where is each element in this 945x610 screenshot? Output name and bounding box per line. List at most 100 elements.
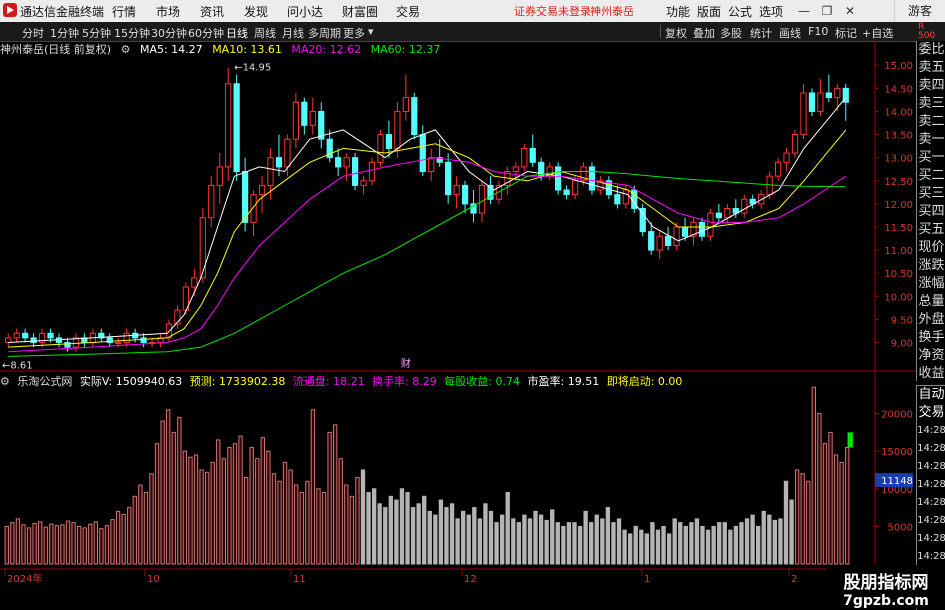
period-5min[interactable]: 5分钟 <box>82 25 111 41</box>
volume-bar <box>327 431 332 565</box>
menu-discover[interactable]: 发现 <box>244 3 268 20</box>
price-tick-label: 9.00 <box>891 339 913 350</box>
tool-mark[interactable]: 标记 <box>835 25 857 41</box>
price-tick-label: 15.00 <box>884 61 913 72</box>
volume-bar <box>238 435 243 565</box>
guest-button[interactable]: 游客 <box>894 0 945 22</box>
volume-bar <box>366 492 371 565</box>
tool-draw[interactable]: 画线 <box>779 25 801 41</box>
price-axis: 15.00 14.50 14.00 13.50 13.00 12.50 12.00 11.50… <box>875 61 913 350</box>
period-15min[interactable]: 15分钟 <box>114 25 150 41</box>
volume-bar <box>800 473 805 565</box>
candle-body <box>47 332 54 339</box>
tool-f10[interactable]: F10 <box>808 25 828 38</box>
candle-body <box>428 157 435 173</box>
volume-bar <box>255 458 260 565</box>
x-tick-label: 12 <box>464 574 477 585</box>
period-1min[interactable]: 1分钟 <box>50 25 79 41</box>
candle-body <box>284 138 291 168</box>
top-function[interactable]: 功能 <box>666 3 690 20</box>
candle-body <box>115 342 122 345</box>
period-60min[interactable]: 60分钟 <box>188 25 224 41</box>
price-tick-label: 12.00 <box>884 200 913 211</box>
period-multi[interactable]: 多周期 <box>308 25 341 41</box>
quote-field-label: 收益 <box>918 366 945 381</box>
candle-body <box>555 166 562 191</box>
volume-bar <box>227 446 232 565</box>
price-tick-label: 9.50 <box>891 315 913 326</box>
candle-body <box>445 161 452 196</box>
auto-trade-label[interactable]: 自动 <box>917 386 945 404</box>
menu-news[interactable]: 资讯 <box>200 3 224 20</box>
price-tick-label: 13.50 <box>884 131 913 142</box>
volume-bar <box>689 522 694 565</box>
quote-field-label: 净资 <box>918 348 945 363</box>
volume-bar <box>422 495 427 565</box>
quote-field-label: 换手 <box>918 330 945 345</box>
period-30min[interactable]: 30分钟 <box>151 25 187 41</box>
menu-ask[interactable]: 问小达 <box>287 3 323 20</box>
menu-trade[interactable]: 交易 <box>396 3 420 20</box>
volume-bar <box>728 529 733 565</box>
volume-bar <box>822 443 828 565</box>
minimize-icon[interactable]: — <box>795 2 813 20</box>
volume-bar <box>550 509 555 565</box>
volume-bar <box>188 456 193 565</box>
period-monthly[interactable]: 月线 <box>282 25 304 41</box>
volume-bar <box>271 473 277 565</box>
top-layout[interactable]: 版面 <box>697 3 721 20</box>
volume-bar <box>193 454 199 565</box>
volume-bar <box>427 510 432 565</box>
volume-bar <box>249 446 254 565</box>
tick-time: 14:28 <box>917 443 945 454</box>
quote-field-label: 买四 <box>918 204 945 219</box>
volume-bar <box>449 503 455 565</box>
volume-bar <box>82 527 87 565</box>
tool-stats[interactable]: 统计 <box>750 25 772 41</box>
chart-canvas[interactable]: 15.00 14.50 14.00 13.50 13.00 12.50 12.00 11.50… <box>0 41 916 609</box>
volume-bar <box>416 503 421 565</box>
volume-bar <box>377 503 382 565</box>
price-tick-label: 14.50 <box>884 84 913 95</box>
volume-bar <box>755 525 761 565</box>
tool-adjust[interactable]: 复权 <box>665 25 687 41</box>
candle-body <box>656 235 663 251</box>
period-weekly[interactable]: 周线 <box>254 25 276 41</box>
maximize-icon[interactable]: ❐ <box>818 2 836 20</box>
tool-overlay[interactable]: 叠加 <box>693 25 715 41</box>
candle-body <box>588 166 596 191</box>
candle-body <box>681 226 689 237</box>
vol-tick-label: 15000 <box>881 447 913 458</box>
auto-trade-label[interactable]: 交易 <box>917 404 945 422</box>
tick-time: 14:28 <box>917 425 945 436</box>
volume-bar <box>650 522 655 565</box>
top-options[interactable]: 选项 <box>759 3 783 20</box>
menu-wealth[interactable]: 财富圈 <box>342 3 378 20</box>
volume-bar <box>76 525 82 565</box>
period-daily[interactable]: 日线 <box>226 25 248 41</box>
volume-bar <box>839 461 844 565</box>
volume-bar <box>511 518 516 565</box>
candle-body <box>461 184 469 205</box>
close-icon[interactable]: ✕ <box>841 2 859 20</box>
volume-bar <box>154 443 160 565</box>
period-more[interactable]: 更多 <box>343 25 365 41</box>
menu-hq[interactable]: 行情 <box>112 3 136 20</box>
volume-bar <box>121 513 126 565</box>
chevron-down-icon[interactable]: ▾ <box>368 25 374 38</box>
volume-bar <box>383 507 388 565</box>
tool-add-watch[interactable]: +自选 <box>862 25 893 41</box>
login-status[interactable]: 证券交易未登录 <box>514 3 591 19</box>
tool-multi[interactable]: 多股 <box>720 25 742 41</box>
top-formula[interactable]: 公式 <box>728 3 752 20</box>
volume-bar <box>616 518 622 565</box>
volume-bar <box>661 525 666 565</box>
volume-bar <box>344 484 349 565</box>
period-tick[interactable]: 分时 <box>22 25 44 41</box>
volume-bar <box>288 469 293 565</box>
vol-current-value: 11148 <box>881 476 913 487</box>
menu-market[interactable]: 市场 <box>156 3 180 20</box>
volume-bar <box>216 439 221 565</box>
volume-bar <box>88 523 93 565</box>
volume-bar <box>110 519 115 565</box>
